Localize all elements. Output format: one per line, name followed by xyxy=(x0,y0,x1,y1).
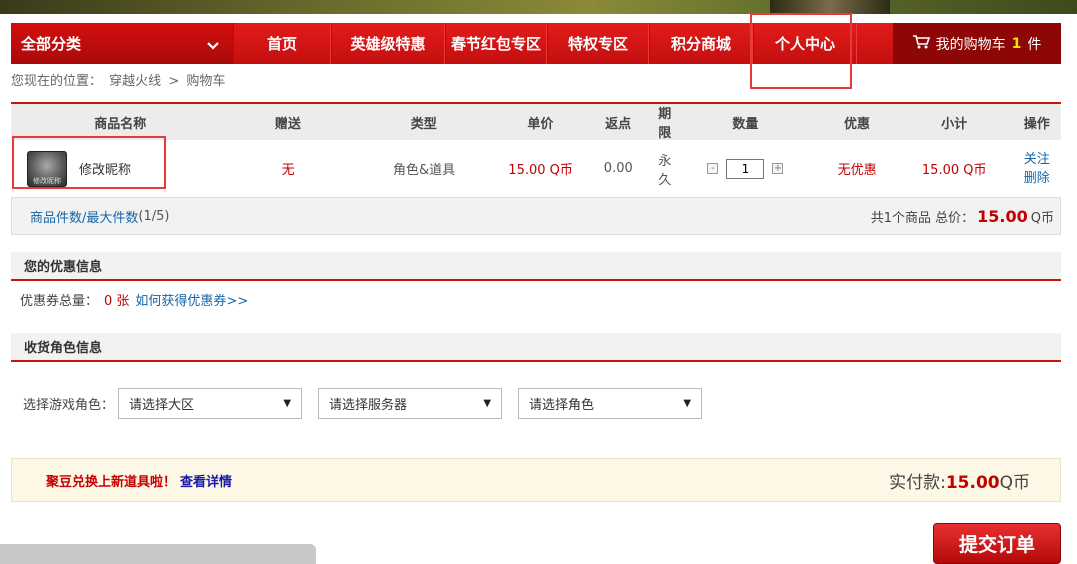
main-nav: 全部分类 首页 英雄级特惠 春节红包专区 特权专区 积分商城 个人中心 我的购物… xyxy=(11,23,1061,64)
coupon-section-title: 您的优惠信息 xyxy=(11,252,1061,281)
cart-summary: 商品件数/最大件数 (1/5) 共1个商品 总价： 15.00 Q币 xyxy=(11,197,1061,235)
product-thumbnail[interactable]: 修改昵称 xyxy=(27,150,67,187)
nav-item-red-envelope[interactable]: 春节红包专区 xyxy=(445,23,547,64)
region-select-value: 请选择大区 xyxy=(129,398,195,413)
role-section-title: 收货角色信息 xyxy=(11,333,1061,362)
header-subtotal: 小计 xyxy=(941,116,968,132)
gift-value: 无 xyxy=(281,163,295,178)
header-qty: 数量 xyxy=(732,116,759,132)
header-type: 类型 xyxy=(410,116,437,132)
breadcrumb-separator: > xyxy=(168,74,180,89)
breadcrumb-current: 购物车 xyxy=(186,74,226,89)
dropdown-arrow-icon: ▼ xyxy=(683,398,692,409)
coupon-count: 0 张 xyxy=(104,294,130,309)
subtotal-value: 15.00 Q币 xyxy=(921,163,987,178)
table-row: 修改昵称 修改昵称 无 角色&道具 15.00 Q币 0.00 永久 - + 无… xyxy=(11,140,1061,198)
header-name: 商品名称 xyxy=(94,116,147,132)
cart-unit: 件 xyxy=(1027,36,1042,53)
coupon-info: 优惠券总量： 0 张 如何获得优惠券>> xyxy=(20,290,248,309)
nav-item-personal-center[interactable]: 个人中心 xyxy=(753,23,857,64)
nav-item-home[interactable]: 首页 xyxy=(233,23,331,64)
promo-detail-link[interactable]: 查看详情 xyxy=(180,471,232,490)
role-select-value: 请选择角色 xyxy=(529,398,595,413)
chevron-down-icon xyxy=(207,37,219,55)
total-price: 共1个商品 总价： 15.00 Q币 xyxy=(871,207,1054,226)
dropdown-arrow-icon: ▼ xyxy=(483,398,492,409)
follow-link[interactable]: 关注 xyxy=(1024,150,1050,169)
operation-cell: 关注 删除 xyxy=(1012,150,1061,188)
quantity-input[interactable] xyxy=(726,158,765,179)
coupon-help-link[interactable]: 如何获得优惠券>> xyxy=(135,290,248,309)
term-value: 永久 xyxy=(658,153,672,188)
cart-label: 我的购物车 xyxy=(935,36,1006,53)
server-select-value: 请选择服务器 xyxy=(329,398,408,413)
promo-bar: 聚豆兑换上新道具啦！ 查看详情 实付款: 15.00 Q币 xyxy=(11,458,1061,502)
cart-table-header: 商品名称 赠送 类型 单价 返点 期限 数量 优惠 小计 操作 xyxy=(11,102,1061,141)
breadcrumb-prefix: 您现在的位置： xyxy=(11,74,103,89)
cart-icon xyxy=(912,34,930,53)
role-select[interactable]: 请选择角色 ▼ xyxy=(518,388,703,419)
role-selector: 选择游戏角色： 请选择大区 ▼ 请选择服务器 ▼ 请选择角色 ▼ xyxy=(23,388,703,419)
qty-minus-button[interactable]: - xyxy=(707,163,719,174)
total-value: 15.00 xyxy=(977,206,1028,226)
total-unit: Q币 xyxy=(1030,210,1054,226)
top-banner xyxy=(0,0,1077,14)
breadcrumb-game[interactable]: 穿越火线 xyxy=(109,74,161,89)
all-categories-label: 全部分类 xyxy=(21,35,82,53)
header-gift: 赠送 xyxy=(274,116,301,132)
rebate-value: 0.00 xyxy=(603,161,633,176)
header-price: 单价 xyxy=(527,116,554,132)
submit-order-button[interactable]: 提交订单 xyxy=(933,523,1061,564)
total-prefix: 共1个商品 总价： xyxy=(870,210,975,226)
all-categories-menu[interactable]: 全部分类 xyxy=(11,23,233,64)
header-discount: 优惠 xyxy=(844,116,871,132)
dropdown-arrow-icon: ▼ xyxy=(283,398,292,409)
product-cell[interactable]: 修改昵称 修改昵称 xyxy=(11,150,230,187)
nav-item-points-mall[interactable]: 积分商城 xyxy=(649,23,753,64)
delete-link[interactable]: 删除 xyxy=(1024,169,1050,188)
region-select[interactable]: 请选择大区 ▼ xyxy=(118,388,303,419)
product-thumbnail-text: 修改昵称 xyxy=(33,176,61,185)
pay-value: 15.00 xyxy=(945,472,1000,493)
coupon-label: 优惠券总量： xyxy=(20,294,99,309)
product-name[interactable]: 修改昵称 xyxy=(79,159,131,178)
cart-count: 1 xyxy=(1011,35,1022,52)
quantity-stepper: - + xyxy=(673,158,819,179)
pay-label: 实付款: xyxy=(889,472,946,493)
horizontal-scrollbar[interactable] xyxy=(0,544,316,564)
role-select-label: 选择游戏角色： xyxy=(23,398,115,413)
nav-item-hero-deals[interactable]: 英雄级特惠 xyxy=(331,23,445,64)
header-operation: 操作 xyxy=(1023,116,1050,132)
qty-plus-button[interactable]: + xyxy=(772,163,784,174)
nav-item-privilege[interactable]: 特权专区 xyxy=(547,23,649,64)
my-cart-button[interactable]: 我的购物车 1 件 xyxy=(893,23,1061,64)
header-rebate: 返点 xyxy=(605,116,632,132)
item-count-label[interactable]: 商品件数/最大件数 xyxy=(30,207,138,226)
type-value: 角色&道具 xyxy=(393,163,456,178)
actual-payment: 实付款: 15.00 Q币 xyxy=(889,468,1030,493)
banner-figure xyxy=(770,0,890,14)
header-term: 期限 xyxy=(658,107,672,141)
breadcrumb: 您现在的位置： 穿越火线 > 购物车 xyxy=(11,70,228,89)
server-select[interactable]: 请选择服务器 ▼ xyxy=(318,388,503,419)
promo-message: 聚豆兑换上新道具啦！ xyxy=(46,474,177,490)
discount-value: 无优惠 xyxy=(837,163,877,178)
pay-unit: Q币 xyxy=(999,472,1030,493)
price-value: 15.00 Q币 xyxy=(508,163,573,178)
item-count-value: (1/5) xyxy=(138,208,170,224)
cart-table: 商品名称 赠送 类型 单价 返点 期限 数量 优惠 小计 操作 修改昵称 修改昵… xyxy=(11,102,1061,198)
